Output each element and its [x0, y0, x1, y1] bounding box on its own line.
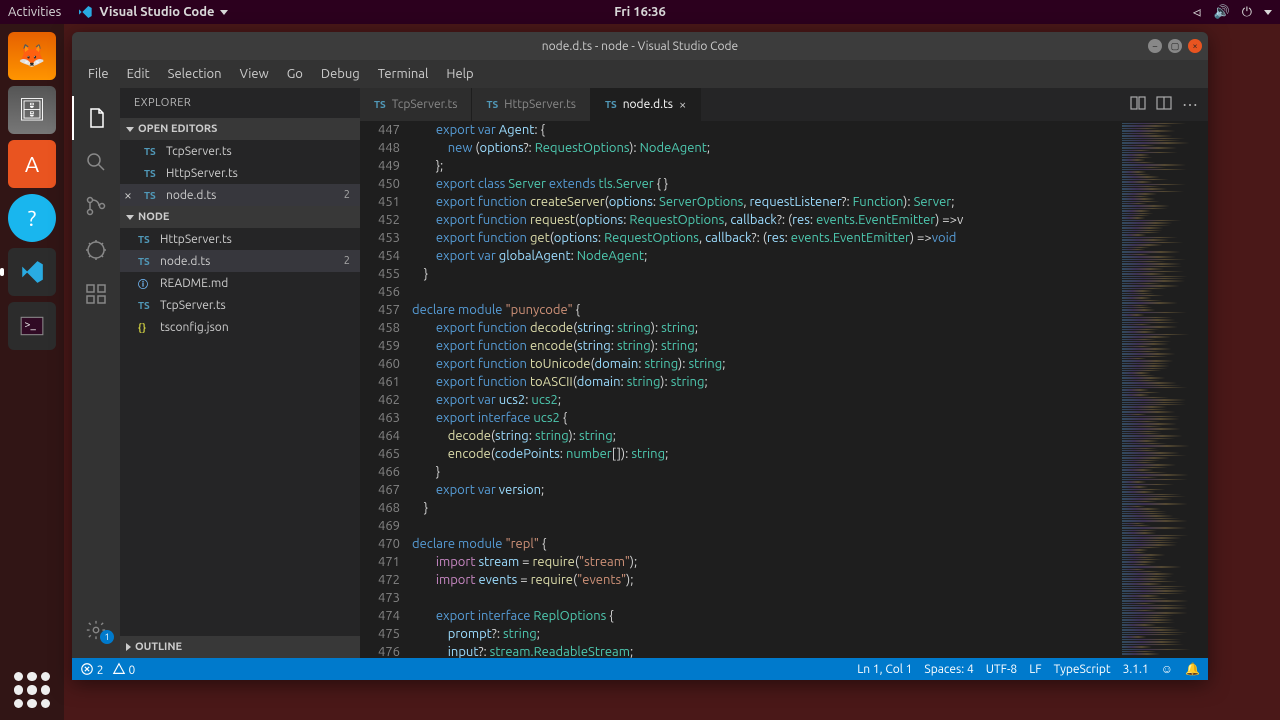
line-gutter: 4474484494504514524534544554564574584594…: [360, 121, 412, 658]
window-title: node.d.ts - node - Visual Studio Code: [542, 40, 738, 53]
activities-button[interactable]: Activities: [8, 5, 61, 19]
explorer-view-icon[interactable]: [72, 96, 120, 140]
open-editor-item[interactable]: ×TSnode.d.ts2: [120, 184, 360, 206]
menu-debug[interactable]: Debug: [313, 65, 368, 83]
status-eol[interactable]: LF: [1029, 663, 1041, 676]
more-icon[interactable]: ⋯: [1182, 95, 1198, 114]
file-icon: {}: [138, 322, 154, 333]
status-language[interactable]: TypeScript: [1054, 663, 1111, 676]
ubuntu-dock: 🦊 🗄 A ? >_: [0, 24, 64, 720]
ts-file-icon: TS: [605, 99, 617, 110]
error-badge: 2: [344, 189, 350, 201]
search-view-icon[interactable]: [72, 140, 120, 184]
project-file-item[interactable]: TSHttpServer.ts: [120, 228, 360, 250]
project-file-item[interactable]: TSnode.d.ts2: [120, 250, 360, 272]
status-version[interactable]: 3.1.1: [1123, 663, 1149, 676]
project-file-item[interactable]: TSTcpServer.ts: [120, 294, 360, 316]
project-file-item[interactable]: ⓘREADME.md: [120, 272, 360, 294]
activity-bar: 1: [72, 88, 120, 658]
status-bar: 2 0 Ln 1, Col 1 Spaces: 4 UTF-8 LF TypeS…: [72, 658, 1208, 680]
file-icon: TS: [138, 234, 154, 245]
open-editors-header[interactable]: OPEN EDITORS: [120, 118, 360, 140]
file-icon: TS: [138, 256, 154, 267]
status-problems[interactable]: 2 0: [80, 662, 135, 677]
editor-tabs: TSTcpServer.tsTSHttpServer.tsTSnode.d.ts…: [360, 88, 1208, 121]
ts-file-icon: TS: [144, 168, 160, 179]
ts-file-icon: TS: [144, 190, 160, 201]
menu-file[interactable]: File: [80, 65, 117, 83]
firefox-icon[interactable]: 🦊: [8, 32, 56, 80]
file-icon: ⓘ: [138, 276, 154, 291]
close-icon[interactable]: ×: [679, 98, 686, 112]
status-cursor[interactable]: Ln 1, Col 1: [857, 663, 912, 676]
menu-view[interactable]: View: [232, 65, 277, 83]
sidebar-title: EXPLORER: [120, 88, 360, 118]
project-file-item[interactable]: {}tsconfig.json: [120, 316, 360, 338]
scm-view-icon[interactable]: [72, 184, 120, 228]
editor-area: TSTcpServer.tsTSHttpServer.tsTSnode.d.ts…: [360, 88, 1208, 658]
ubuntu-topbar: Activities Visual Studio Code Fri 16:36 …: [0, 0, 1280, 24]
help-icon[interactable]: ?: [8, 194, 56, 242]
window-close[interactable]: ×: [1188, 39, 1202, 53]
menu-edit[interactable]: Edit: [119, 65, 158, 83]
menu-selection[interactable]: Selection: [160, 65, 230, 83]
ts-file-icon: TS: [486, 99, 498, 110]
volume-icon[interactable]: 🔊: [1214, 5, 1230, 20]
svg-text:>_: >_: [24, 319, 36, 331]
vscode-dock-icon[interactable]: [8, 248, 56, 296]
editor-tab[interactable]: TSHttpServer.ts: [472, 88, 591, 121]
extensions-view-icon[interactable]: [72, 272, 120, 316]
ts-file-icon: TS: [374, 99, 386, 110]
vscode-window: node.d.ts - node - Visual Studio Code – …: [72, 32, 1208, 680]
chevron-down-icon: [1264, 10, 1272, 15]
minimap[interactable]: [1120, 121, 1208, 658]
clock[interactable]: Fri 16:36: [614, 5, 666, 19]
editor-tab[interactable]: TSTcpServer.ts: [360, 88, 472, 121]
outline-header[interactable]: OUTLINE: [120, 636, 360, 658]
menu-go[interactable]: Go: [279, 65, 311, 83]
open-editor-item[interactable]: TSTcpServer.ts: [120, 140, 360, 162]
chevron-down-icon: [220, 10, 228, 15]
menu-terminal[interactable]: Terminal: [370, 65, 437, 83]
window-minimize[interactable]: –: [1148, 39, 1162, 53]
terminal-icon[interactable]: >_: [8, 302, 56, 350]
code-editor[interactable]: 4474484494504514524534544554564574584594…: [360, 121, 1208, 658]
settings-badge: 1: [100, 630, 114, 644]
status-spaces[interactable]: Spaces: 4: [924, 663, 973, 676]
code-content[interactable]: export var Agent: { new (options?: Reque…: [412, 121, 1120, 658]
window-maximize[interactable]: ▢: [1168, 39, 1182, 53]
split-editor-icon[interactable]: [1156, 95, 1172, 115]
window-titlebar[interactable]: node.d.ts - node - Visual Studio Code – …: [72, 32, 1208, 60]
ts-file-icon: TS: [144, 146, 160, 157]
power-icon[interactable]: ⏻: [1242, 5, 1252, 20]
status-encoding[interactable]: UTF-8: [986, 663, 1017, 676]
files-icon[interactable]: 🗄: [8, 86, 56, 134]
debug-view-icon[interactable]: [72, 228, 120, 272]
network-icon[interactable]: ⏿: [1192, 5, 1201, 20]
sidebar: EXPLORER OPEN EDITORS TSTcpServer.tsTSHt…: [120, 88, 360, 658]
status-feedback-icon[interactable]: ☺: [1161, 662, 1173, 676]
app-menu[interactable]: Visual Studio Code: [77, 4, 228, 20]
settings-gear-icon[interactable]: 1: [72, 608, 120, 652]
project-header[interactable]: NODE: [120, 206, 360, 228]
vscode-icon: [77, 4, 93, 20]
error-badge: 2: [344, 255, 350, 267]
software-icon[interactable]: A: [8, 140, 56, 188]
split-compare-icon[interactable]: [1130, 95, 1146, 115]
apps-grid-icon[interactable]: [14, 672, 50, 708]
file-icon: TS: [138, 300, 154, 311]
close-icon[interactable]: ×: [124, 187, 132, 203]
editor-tab[interactable]: TSnode.d.ts×: [591, 88, 701, 121]
open-editor-item[interactable]: TSHttpServer.ts: [120, 162, 360, 184]
menubar: FileEditSelectionViewGoDebugTerminalHelp: [72, 60, 1208, 88]
menu-help[interactable]: Help: [438, 65, 481, 83]
status-bell-icon[interactable]: 🔔: [1185, 662, 1200, 676]
